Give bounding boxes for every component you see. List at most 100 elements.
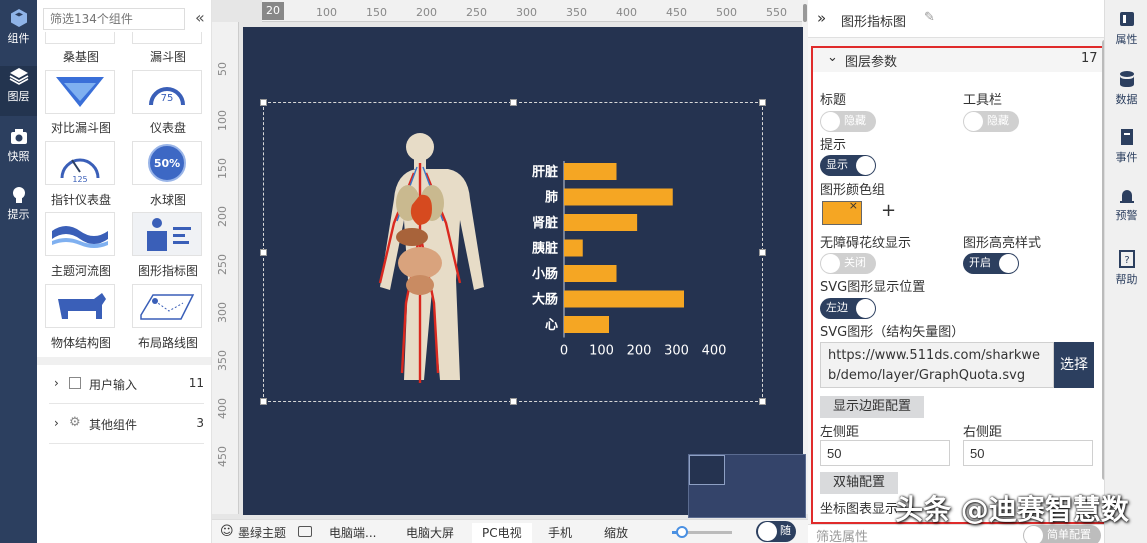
section-count: 17 xyxy=(1081,51,1098,66)
tab-bigscreen[interactable]: 电脑大屏 xyxy=(406,523,454,543)
group-user-input[interactable]: › 用户输入 11 xyxy=(49,366,204,404)
selected-widget[interactable]: 肝脏肺肾脏 胰脏 小肠 大肠心 0 100 200 300 400 xyxy=(260,99,766,405)
nav-components[interactable]: 组件 xyxy=(0,8,37,46)
svg-position-label: SVG图形显示位置 xyxy=(820,280,926,295)
x-tick-label: 0 xyxy=(560,344,568,359)
ruler-tick: 500 xyxy=(716,6,737,19)
margin-config-button[interactable]: 显示边距配置 xyxy=(820,396,925,418)
edit-icon[interactable]: ✎ xyxy=(924,10,935,25)
follow-toggle[interactable]: 随 xyxy=(756,521,796,542)
toggle-knob xyxy=(964,112,983,131)
right-margin-input[interactable] xyxy=(963,440,1093,466)
tab-desktop[interactable]: 电脑端... xyxy=(329,523,376,543)
zoom-slider[interactable] xyxy=(672,526,732,538)
component-search-input[interactable] xyxy=(43,8,185,30)
bar xyxy=(564,265,617,282)
chevron-right-icon: › xyxy=(54,416,59,430)
ruler-tick: 250 xyxy=(216,254,229,275)
add-color-icon[interactable]: + xyxy=(881,200,896,221)
bar xyxy=(564,290,684,308)
graph-indicator-chart: 肝脏肺肾脏胰脏小肠大肠心0 100 200 300 400 xyxy=(378,133,726,383)
nav-tips[interactable]: 提示 xyxy=(0,186,37,222)
tab-pc-tv[interactable]: PC电视 xyxy=(472,523,532,543)
tile-graph-indicator[interactable] xyxy=(132,212,202,256)
svg-url-field[interactable]: https://www.511ds.com/sharkweb/demo/laye… xyxy=(820,342,1054,388)
nav-snapshot[interactable]: 快照 xyxy=(0,128,37,164)
scroll-thumb[interactable] xyxy=(803,4,807,22)
tile-route-map[interactable] xyxy=(132,284,202,328)
ruler-tick: 50 xyxy=(216,62,229,76)
expand-icon[interactable]: » xyxy=(817,9,826,27)
minimap-viewport[interactable] xyxy=(689,455,725,485)
collapse-icon[interactable]: « xyxy=(195,8,205,27)
left-margin-input[interactable] xyxy=(820,440,950,466)
canvas-stage[interactable]: 肝脏肺肾脏 胰脏 小肠 大肠心 0 100 200 300 400 xyxy=(243,27,806,518)
tile-label: 仪表盘 xyxy=(149,121,186,135)
graph-indicator-icon xyxy=(147,218,191,251)
section-title: 图层参数 xyxy=(845,55,898,70)
highlight-toggle[interactable]: 开启 xyxy=(963,253,1019,274)
toggle-knob xyxy=(856,299,875,318)
svg-position-toggle[interactable]: 左边 xyxy=(820,298,876,319)
route-map-icon xyxy=(140,294,195,320)
toggle-text: 显示 xyxy=(826,158,848,171)
bar xyxy=(564,188,673,206)
category-label: 心 xyxy=(545,318,558,333)
rb-alert[interactable]: 预警 xyxy=(1105,186,1147,223)
nav-layers[interactable]: 图层 xyxy=(0,66,37,116)
gauge-value: 75 xyxy=(161,93,174,104)
property-panel: » 图形指标图 ✎ ⌄ 图层参数 17 标题 工具栏 隐藏 隐藏 提示 显示 图… xyxy=(808,0,1115,543)
toggle-knob xyxy=(856,156,875,175)
ruler-tick: 150 xyxy=(366,6,387,19)
section-header[interactable]: ⌄ 图层参数 17 xyxy=(813,48,1113,72)
tile-funnel[interactable] xyxy=(132,32,202,44)
zoom-slider-knob[interactable] xyxy=(676,526,688,538)
rb-help[interactable]: ? 帮助 xyxy=(1105,250,1147,287)
filter-input[interactable]: 筛选属性 xyxy=(816,526,868,543)
tile-compare-funnel[interactable] xyxy=(45,70,115,114)
choose-button[interactable]: 选择 xyxy=(1054,342,1094,388)
tip-toggle[interactable]: 显示 xyxy=(820,155,876,176)
tile-liquid[interactable]: 50% xyxy=(132,141,202,185)
ruler-tick: 200 xyxy=(216,206,229,227)
group-count: 3 xyxy=(196,416,204,430)
tile-label: 桑基图 xyxy=(62,50,99,64)
database-icon xyxy=(1119,71,1134,87)
title-toggle[interactable]: 隐藏 xyxy=(820,111,876,132)
toolbar-toggle[interactable]: 隐藏 xyxy=(963,111,1019,132)
toggle-text: 左边 xyxy=(826,301,848,314)
ruler-tick: 550 xyxy=(766,6,787,19)
group-label: 用户输入 xyxy=(89,378,138,392)
toggle-text: 关闭 xyxy=(844,256,866,269)
remove-icon[interactable]: × xyxy=(849,199,858,212)
tab-zoom[interactable]: 缩放 xyxy=(604,523,628,543)
color-swatch[interactable]: × xyxy=(822,199,862,225)
minimap[interactable] xyxy=(688,454,806,518)
cow-icon xyxy=(58,293,106,319)
palette-icon[interactable]: ☺ xyxy=(220,524,234,539)
tab-theme[interactable]: 墨绿主题 xyxy=(238,523,286,543)
tile-object-structure[interactable] xyxy=(45,284,115,328)
tile-gauge[interactable]: 75 xyxy=(132,70,202,114)
toggle-knob xyxy=(1024,526,1043,543)
ruler-tick: 150 xyxy=(216,158,229,179)
liquid-icon: 50% xyxy=(148,144,186,182)
rb-properties[interactable]: 属性 xyxy=(1105,10,1147,47)
a11y-label: 无障碍花纹显示 xyxy=(820,236,912,251)
divider xyxy=(37,357,211,365)
properties-icon xyxy=(1119,12,1134,26)
ruler-tick: 100 xyxy=(316,6,337,19)
tile-sankey[interactable] xyxy=(45,32,115,44)
a11y-toggle[interactable]: 关闭 xyxy=(820,253,876,274)
rb-events[interactable]: 事件 xyxy=(1105,128,1147,165)
tile-label: 布局路线图 xyxy=(137,336,198,350)
tab-mobile[interactable]: 手机 xyxy=(548,523,572,543)
ruler-origin: 20 xyxy=(262,2,284,20)
dual-axis-button[interactable]: 双轴配置 xyxy=(820,472,899,494)
group-other[interactable]: › ⚙ 其他组件 3 xyxy=(49,406,204,444)
category-label: 肺 xyxy=(545,190,558,206)
gear-icon: ⚙ xyxy=(69,415,81,430)
tile-theme-river[interactable] xyxy=(45,212,115,256)
tile-pointer-gauge[interactable]: 125 xyxy=(45,141,115,185)
rb-data[interactable]: 数据 xyxy=(1105,70,1147,107)
